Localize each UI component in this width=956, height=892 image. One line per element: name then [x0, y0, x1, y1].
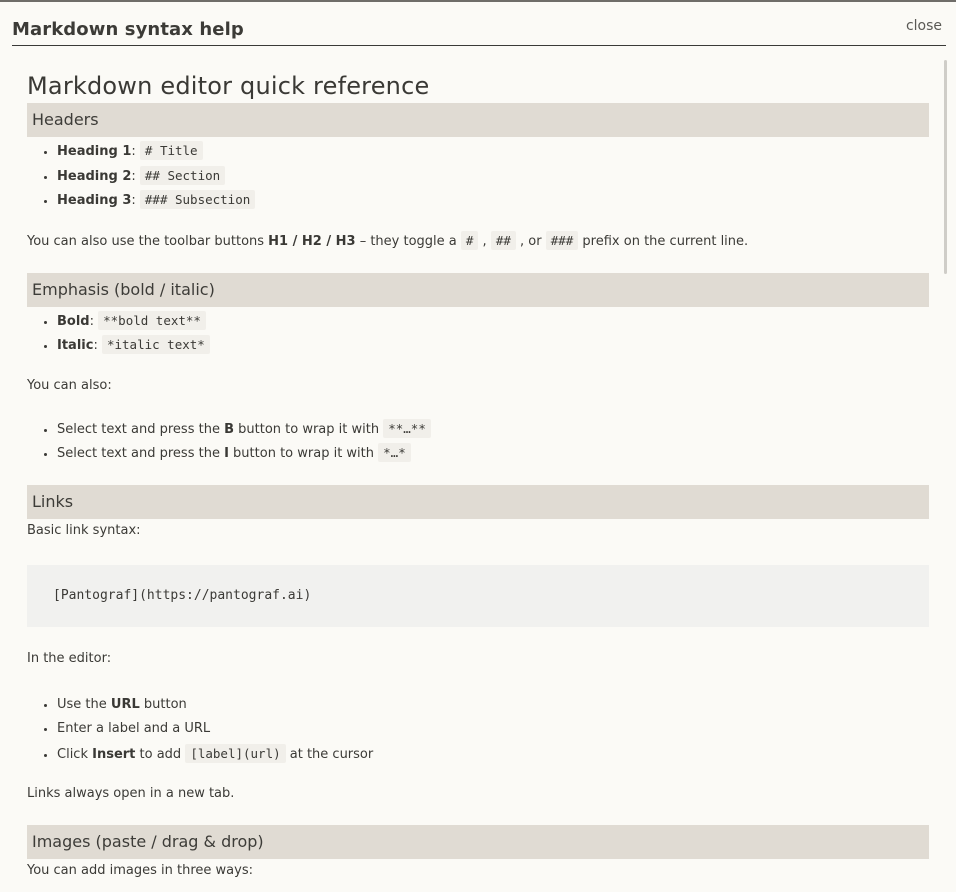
section-header-images: Images (paste / drag & drop)	[27, 825, 929, 859]
code-snippet: **…**	[383, 418, 431, 438]
code-snippet: ###	[545, 230, 579, 250]
code-snippet: ## Section	[139, 165, 226, 185]
scrollbar[interactable]	[944, 60, 947, 274]
item-label: Heading 2	[57, 168, 132, 184]
list-item: Select text and press the B button to wr…	[57, 417, 929, 442]
section-header-emphasis: Emphasis (bold / italic)	[27, 272, 929, 307]
list-item: Italic: *italic text*	[57, 333, 929, 358]
emphasis-tips: Select text and press the B button to wr…	[27, 417, 929, 466]
text: at the cursor	[285, 746, 374, 762]
text: to add	[135, 746, 186, 762]
text: button to wrap it with	[234, 421, 384, 437]
code-snippet: #	[460, 230, 479, 250]
list-item: Use the URL button	[57, 693, 929, 718]
item-sep: :	[89, 313, 99, 329]
list-item: Enter a label and a URL	[57, 717, 929, 742]
links-basic: Basic link syntax:	[27, 522, 141, 538]
headers-toolbar-note: You can also use the toolbar buttons H1 …	[27, 230, 929, 252]
list-item: Select text and press the I button to wr…	[57, 441, 929, 466]
text: prefix on the current line.	[578, 233, 749, 249]
text: Enter a label and a URL	[57, 721, 211, 736]
item-label: Bold	[57, 313, 90, 329]
links-steps: Use the URL button Enter a label and a U…	[27, 693, 929, 767]
text: ,	[478, 233, 491, 249]
text: Select text and press the	[57, 446, 225, 461]
code-snippet: ### Subsection	[139, 190, 256, 209]
links-in-editor: In the editor:	[27, 650, 112, 666]
list-item: Click Insert to add [label](url) at the …	[57, 742, 929, 767]
list-item: Heading 1: # Title	[57, 139, 929, 164]
code-snippet: *…*	[378, 443, 411, 462]
code-block: [Pantograf](https://pantograf.ai)	[27, 564, 929, 627]
headers-list: Heading 1: # Title Heading 2: ## Section…	[27, 139, 929, 213]
code-snippet: [label](url)	[185, 743, 286, 763]
text: – they toggle a	[355, 233, 461, 249]
list-item: Heading 2: ## Section	[57, 164, 929, 189]
dialog-header: Markdown syntax help close	[12, 2, 946, 46]
text: You can also use the toolbar buttons	[27, 233, 269, 249]
help-dialog: Markdown syntax help close Markdown edit…	[0, 0, 956, 892]
text: button	[139, 696, 187, 712]
code-snippet: # Title	[139, 141, 203, 160]
links-note: Links always open in a new tab.	[27, 786, 235, 801]
section-header-headers: Headers	[27, 103, 929, 137]
text: , or	[515, 233, 546, 249]
images-intro: You can add images in three ways:	[27, 863, 253, 878]
help-content[interactable]: Markdown editor quick reference Headers …	[27, 62, 929, 892]
text: Click	[57, 746, 93, 762]
item-sep: :	[131, 168, 140, 184]
text-bold: Insert	[92, 746, 136, 762]
item-sep: :	[93, 338, 102, 353]
item-label: Heading 1	[57, 144, 132, 159]
item-label: Heading 3	[57, 193, 132, 208]
section-header-links: Links	[27, 484, 929, 519]
item-sep: :	[131, 193, 140, 208]
doc-title: Markdown editor quick reference	[27, 72, 430, 100]
text: button to wrap it with	[228, 446, 379, 461]
code-snippet: *italic text*	[101, 335, 210, 354]
dialog-title: Markdown syntax help	[12, 19, 244, 40]
emphasis-also: You can also:	[27, 377, 112, 393]
emphasis-list: Bold: **bold text** Italic: *italic text…	[27, 309, 929, 358]
item-sep: :	[131, 144, 140, 159]
text-bold: H1 / H2 / H3	[268, 233, 356, 249]
close-button[interactable]: close	[906, 18, 942, 34]
code-snippet: **bold text**	[98, 310, 206, 330]
text-bold: B	[224, 421, 234, 437]
text: Select text and press the	[57, 421, 225, 437]
code-snippet: ##	[490, 230, 516, 250]
list-item: Bold: **bold text**	[57, 309, 929, 334]
list-item: Heading 3: ### Subsection	[57, 188, 929, 213]
text: Use the	[57, 696, 111, 712]
item-label: Italic	[57, 338, 94, 353]
text-bold: URL	[110, 696, 140, 712]
